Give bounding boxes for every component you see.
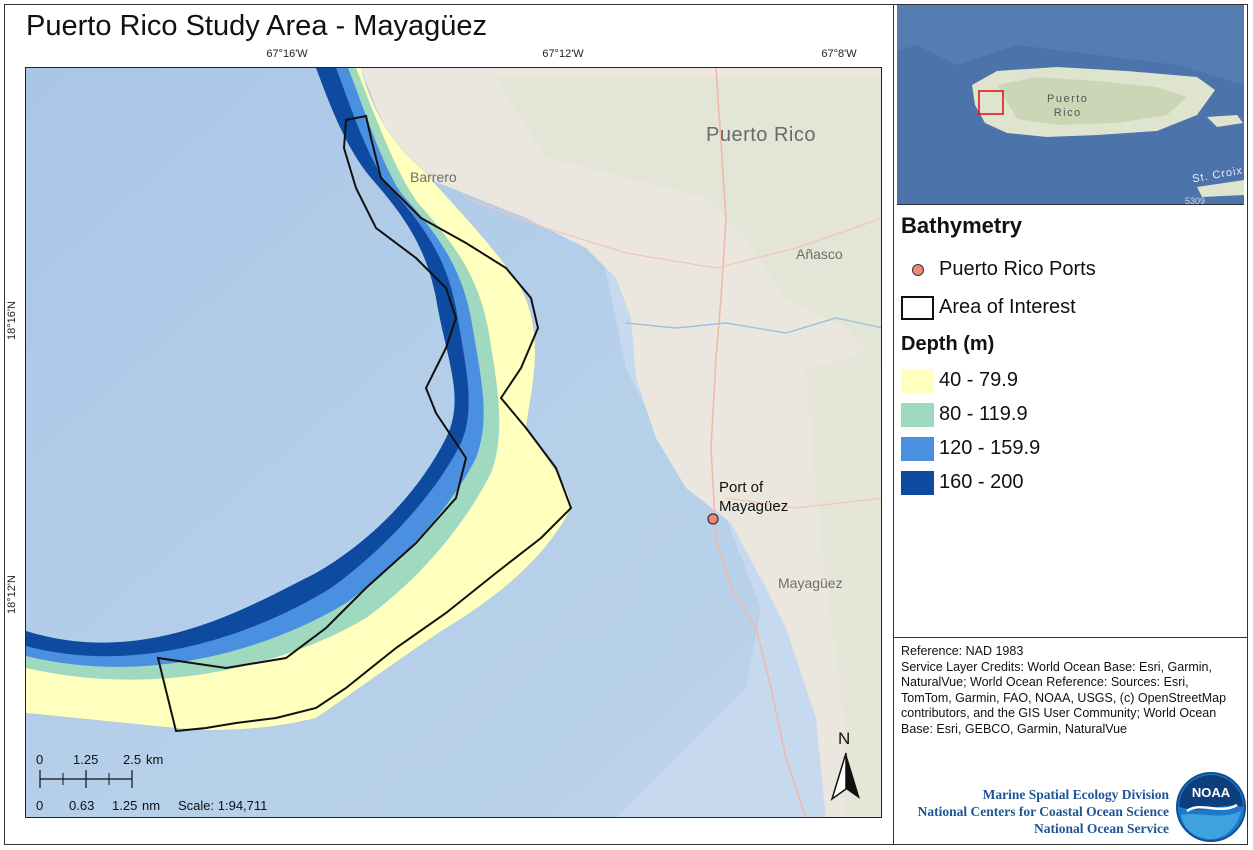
scale-nm-unit: nm xyxy=(142,798,161,813)
scale-km-0: 0 xyxy=(36,752,44,767)
scale-ratio: Scale: 1:94,711 xyxy=(178,798,268,813)
legend-depth-title: Depth (m) xyxy=(901,333,995,355)
inset-depth-number: 5309 xyxy=(1185,196,1206,205)
legend-depth-label: 120 - 159.9 xyxy=(939,437,1041,459)
legend-depth-class: 80 - 119.9 xyxy=(901,401,1028,427)
scale-nm-1: 0.63 xyxy=(69,798,95,813)
legend-title: Bathymetry xyxy=(901,213,1023,238)
label-anasco: Añasco xyxy=(796,246,843,262)
longitude-label: 67°12'W xyxy=(542,48,584,60)
inset-map[interactable]: Puerto Rico St. Croix 5309 xyxy=(897,5,1244,205)
inset-label-puerto-rico: Puerto Rico xyxy=(1047,92,1088,120)
scale-bar-graphic xyxy=(39,770,133,788)
inset-label-line2: Rico xyxy=(1053,107,1082,119)
map-title: Puerto Rico Study Area - Mayagüez xyxy=(26,10,488,42)
label-mayaguez: Mayagüez xyxy=(778,575,843,591)
scale-km-unit: km xyxy=(146,752,164,767)
port-label-line1: Port of xyxy=(719,479,764,496)
port-marker[interactable] xyxy=(707,513,719,525)
label-puerto-rico: Puerto Rico xyxy=(706,124,816,146)
longitude-label: 67°8'W xyxy=(821,48,857,60)
legend-depth-class: 160 - 200 xyxy=(901,469,1024,495)
noaa-logo: NOAA xyxy=(1175,771,1247,848)
reference-credits: Service Layer Credits: World Ocean Base:… xyxy=(901,659,1227,736)
credit-division: Marine Spatial Ecology Division xyxy=(982,787,1169,802)
port-label: Port of Mayagüez xyxy=(719,478,788,516)
noaa-logo-text: NOAA xyxy=(1192,785,1231,800)
scale-nm-0: 0 xyxy=(36,798,44,813)
legend-depth-class: 120 - 159.9 xyxy=(901,435,1040,461)
depth-swatch-icon xyxy=(901,402,934,427)
reference-text: Reference: NAD 1983 Service Layer Credit… xyxy=(901,644,1241,737)
north-arrow-icon xyxy=(830,752,860,801)
legend-aoi: Area of Interest xyxy=(901,294,1076,320)
scale-km-2: 2.5 xyxy=(123,752,142,767)
north-label: N xyxy=(838,729,851,748)
credit-service: National Ocean Service xyxy=(1034,821,1169,836)
inset-label-line1: Puerto xyxy=(1047,93,1089,105)
legend-depth-label: 40 - 79.9 xyxy=(939,369,1018,391)
legend-ports: Puerto Rico Ports xyxy=(901,256,1096,282)
port-symbol-icon xyxy=(912,263,924,276)
longitude-label: 67°16'W xyxy=(266,48,308,60)
main-map[interactable]: Puerto Rico Barrero Añasco Mayagüez Port… xyxy=(25,67,882,818)
legend-divider xyxy=(894,637,1248,638)
latitude-label: 18°12'N xyxy=(6,575,18,614)
panel-divider xyxy=(893,4,894,845)
label-barrero: Barrero xyxy=(410,169,457,185)
depth-swatch-icon xyxy=(901,436,934,461)
legend-depth-class: 40 - 79.9 xyxy=(901,367,1018,393)
reference-datum: Reference: NAD 1983 xyxy=(901,644,1024,658)
legend-aoi-label: Area of Interest xyxy=(939,296,1076,318)
aoi-symbol-icon xyxy=(901,295,934,320)
depth-swatch-icon xyxy=(901,470,934,495)
depth-swatch-icon xyxy=(901,368,934,393)
legend-ports-label: Puerto Rico Ports xyxy=(939,258,1096,280)
agency-credits: Marine Spatial Ecology Division National… xyxy=(897,786,1169,837)
port-label-line2: Mayagüez xyxy=(719,498,789,515)
scale-km-1: 1.25 xyxy=(73,752,99,767)
legend-depth-label: 80 - 119.9 xyxy=(939,403,1028,425)
scale-nm-2: 1.25 xyxy=(112,798,138,813)
credit-centers: National Centers for Coastal Ocean Scien… xyxy=(917,804,1169,819)
latitude-label: 18°16'N xyxy=(6,301,18,340)
legend-depth-label: 160 - 200 xyxy=(939,471,1024,493)
noaa-logo-icon: NOAA xyxy=(1176,772,1246,842)
